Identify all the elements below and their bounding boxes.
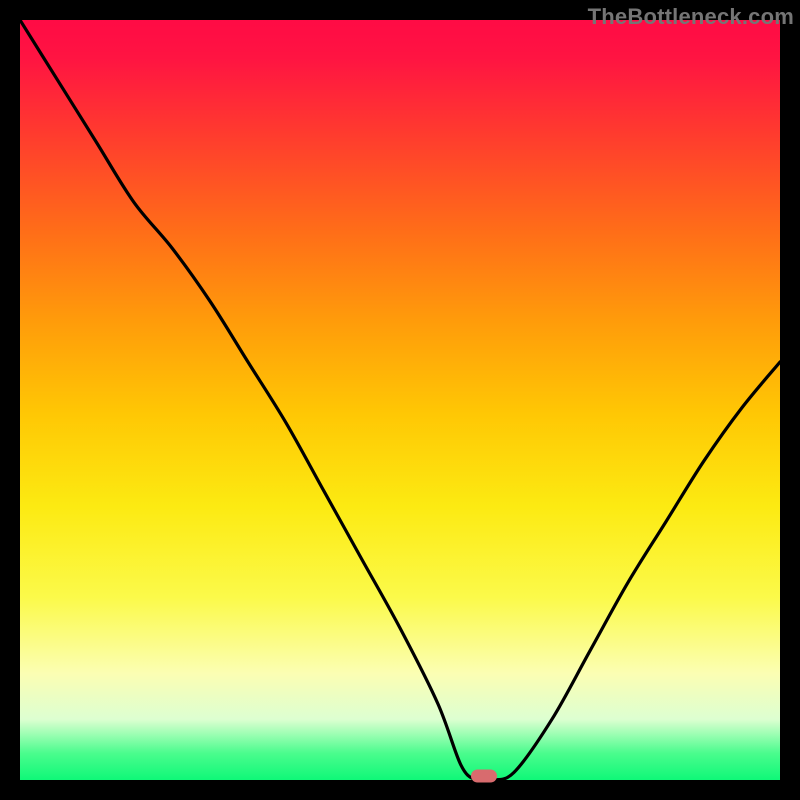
plot-area xyxy=(20,20,780,780)
bottleneck-curve xyxy=(20,20,780,780)
optimal-marker xyxy=(471,770,497,783)
watermark-text: TheBottleneck.com xyxy=(588,4,794,30)
chart-frame: TheBottleneck.com xyxy=(0,0,800,800)
